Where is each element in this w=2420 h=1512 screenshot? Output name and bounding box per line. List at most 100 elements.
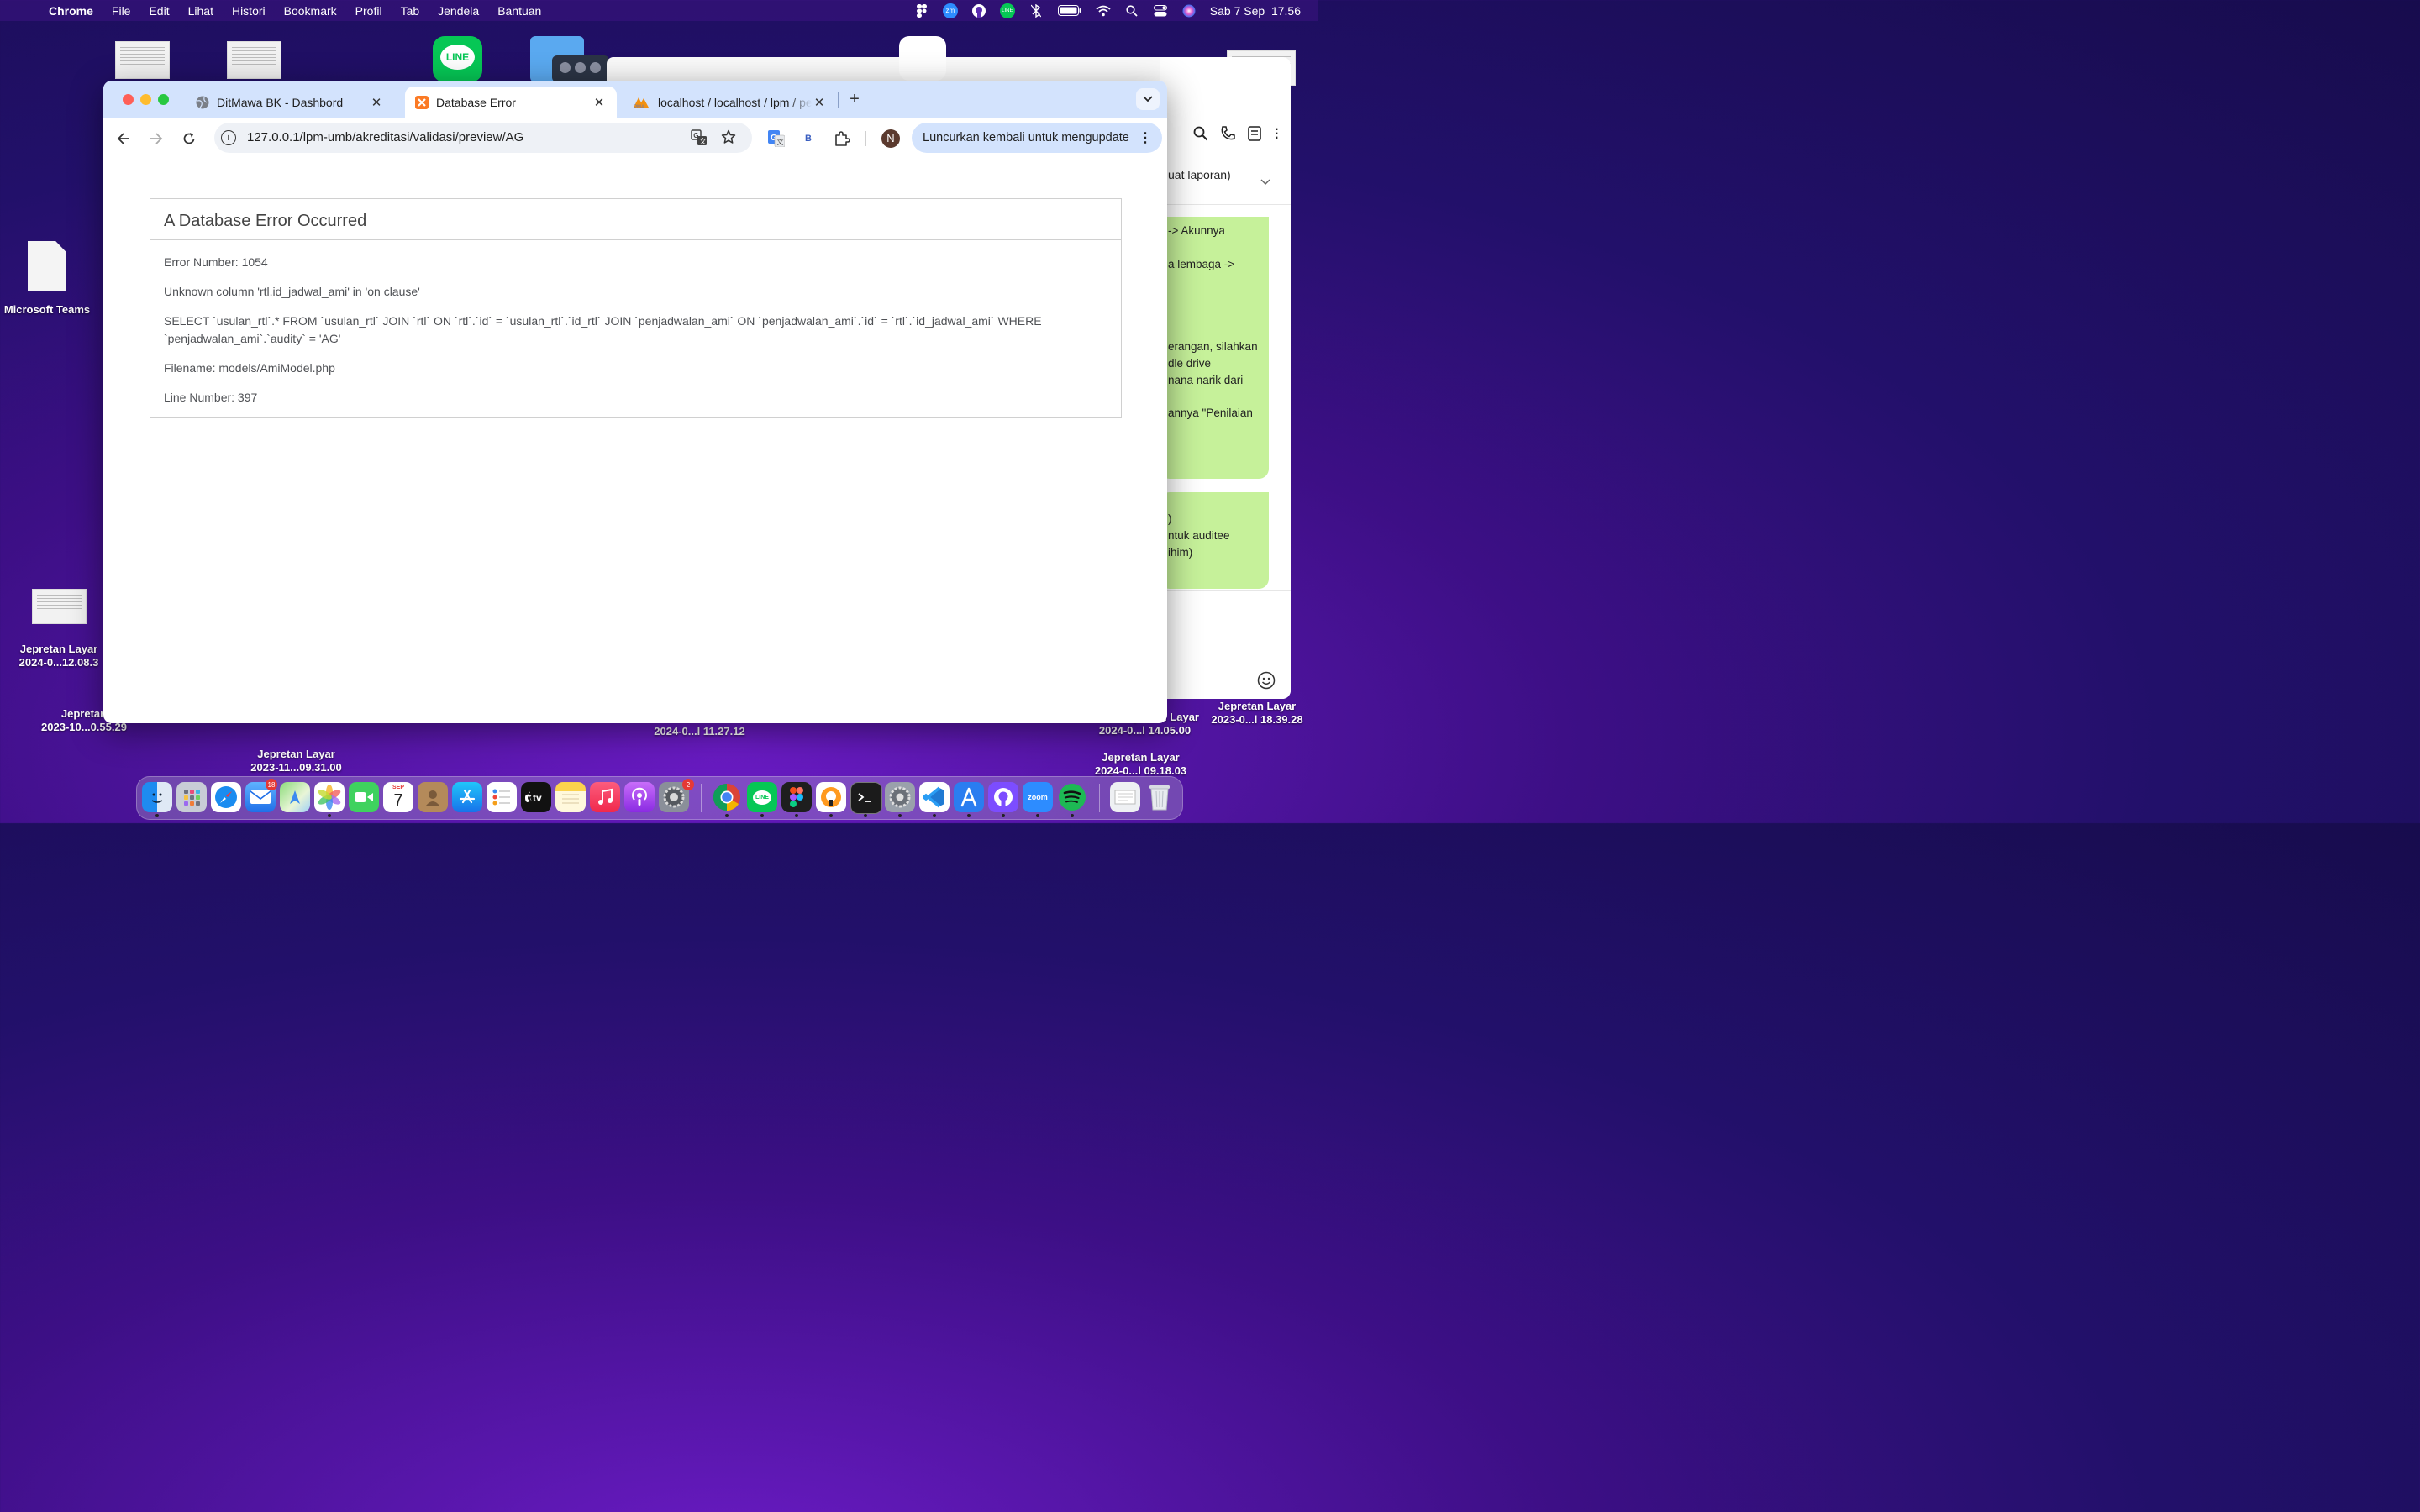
chat-call-icon[interactable]	[1220, 126, 1235, 145]
desktop-line-app-icon[interactable]: LINE	[433, 36, 482, 82]
chat-message-line: nana narik dari	[1168, 374, 1244, 386]
menu-help[interactable]: Bantuan	[497, 4, 541, 18]
desktop-screenshot-item[interactable]: 2024-0...l 11.27.12	[639, 725, 760, 738]
tab-title: DitMawa BK - Dashbord	[217, 95, 344, 109]
chevron-down-icon[interactable]	[1260, 175, 1270, 190]
close-window-button[interactable]	[123, 94, 134, 105]
tab-search-button[interactable]	[1136, 88, 1160, 110]
bookmark-star-icon[interactable]	[721, 129, 736, 149]
new-tab-button[interactable]: +	[845, 90, 864, 108]
extensions-puzzle-icon[interactable]	[832, 129, 852, 149]
apple-tv-icon[interactable]: tv	[521, 782, 551, 812]
menu-bookmarks[interactable]: Bookmark	[284, 4, 337, 18]
chat-search-icon[interactable]	[1193, 126, 1208, 145]
menu-edit[interactable]: Edit	[149, 4, 169, 18]
chat-more-icon[interactable]: · · ·	[1275, 123, 1279, 145]
menu-window[interactable]: Jendela	[438, 4, 479, 18]
facetime-icon[interactable]	[349, 782, 379, 812]
emoji-icon[interactable]	[1257, 671, 1276, 694]
chat-message-bubble[interactable]: -> Akunnya a lembaga -> erangan, silahka…	[1160, 217, 1269, 479]
desktop-screenshot-item[interactable]: Jepretan Layar 2024-0...12.08.3	[4, 643, 113, 669]
trash-icon[interactable]	[1144, 782, 1175, 812]
menu-view[interactable]: Lihat	[188, 4, 213, 18]
xcode-instruments-icon[interactable]	[954, 782, 984, 812]
forward-icon[interactable]	[146, 129, 166, 149]
control-center-icon[interactable]	[1153, 4, 1168, 17]
app-store-icon[interactable]	[452, 782, 482, 812]
desktop-screenshot-item[interactable]: Jepretan Layar 2024-0...l 09.18.03	[1080, 751, 1202, 778]
music-icon[interactable]	[590, 782, 620, 812]
figma-icon[interactable]	[781, 782, 812, 812]
terminal-icon[interactable]	[850, 782, 882, 814]
chrome-icon[interactable]	[712, 782, 742, 812]
desktop-screenshot-thumbnail[interactable]	[32, 589, 87, 624]
menu-file[interactable]: File	[112, 4, 131, 18]
system-preferences-icon[interactable]	[885, 782, 915, 812]
back-icon[interactable]	[113, 129, 134, 149]
google-translate-extension-icon[interactable]: G文	[766, 129, 786, 149]
site-info-icon[interactable]: i	[221, 130, 236, 145]
tab-phpmyadmin[interactable]: PMA localhost / localhost / lpm / pe ✕	[622, 87, 837, 118]
chrome-menu-icon[interactable]: ⋮	[1139, 129, 1152, 146]
reload-icon[interactable]	[179, 129, 199, 149]
tab-database-error[interactable]: Database Error ✕	[405, 87, 617, 118]
photos-icon[interactable]	[314, 782, 345, 812]
update-label: Luncurkan kembali untuk mengupdate	[923, 131, 1129, 144]
desktop-screenshot-item[interactable]: Jepretan Layar 2023-0...l 18.39.28	[1202, 700, 1313, 727]
desktop-screenshot-thumbnail[interactable]	[227, 41, 281, 79]
close-tab-icon[interactable]: ✕	[369, 95, 384, 110]
menu-history[interactable]: Histori	[232, 4, 266, 18]
address-bar[interactable]: i 127.0.0.1/lpm-umb/akreditasi/validasi/…	[214, 123, 752, 153]
downloads-stack-icon[interactable]	[1110, 782, 1140, 812]
reminders-icon[interactable]	[487, 782, 517, 812]
figma-status-icon[interactable]	[914, 3, 929, 18]
zoom-icon[interactable]: zoom	[1023, 782, 1053, 812]
relaunch-update-button[interactable]: Luncurkan kembali untuk mengupdate ⋮	[912, 123, 1162, 153]
maximize-window-button[interactable]	[158, 94, 169, 105]
desktop-window-thumbnail[interactable]	[552, 55, 609, 82]
profile-avatar[interactable]: N	[881, 129, 900, 148]
siri-icon[interactable]	[1181, 4, 1197, 17]
maps-icon[interactable]	[280, 782, 310, 812]
contacts-icon[interactable]	[418, 782, 448, 812]
url-text[interactable]: 127.0.0.1/lpm-umb/akreditasi/validasi/pr…	[247, 130, 523, 144]
battery-icon[interactable]	[1057, 5, 1082, 17]
github-desktop-icon[interactable]	[988, 782, 1018, 812]
extension-b-icon[interactable]: B	[798, 129, 818, 149]
postman-like-icon[interactable]	[816, 782, 846, 812]
finder-icon[interactable]	[142, 782, 172, 812]
line-app-icon[interactable]: LINE	[747, 782, 777, 812]
chat-input-area[interactable]	[1160, 590, 1291, 699]
github-status-icon[interactable]	[971, 3, 986, 18]
line-status-icon[interactable]: LINE	[999, 3, 1015, 18]
calendar-icon[interactable]: SEP 7	[383, 782, 413, 812]
zoom-status-icon[interactable]: zm	[942, 3, 958, 18]
tab-ditmawa[interactable]: DitMawa BK - Dashbord ✕	[186, 87, 394, 118]
safari-icon[interactable]	[211, 782, 241, 812]
menu-profiles[interactable]: Profil	[355, 4, 382, 18]
svg-text:文: 文	[700, 137, 707, 145]
chat-message-bubble[interactable]: ) ntuk auditee ihim)	[1160, 492, 1269, 589]
translate-icon[interactable]: G文	[691, 129, 708, 150]
desktop-screenshot-item[interactable]: Jepretan Layar 2023-11...09.31.00	[235, 748, 357, 774]
desktop-item-date: 2024-0...l 11.27.12	[654, 725, 745, 738]
spotlight-search-icon[interactable]	[1124, 4, 1139, 17]
clock[interactable]: Sab 7 Sep 17.56	[1210, 4, 1301, 18]
chat-announcement[interactable]: uat laporan)	[1168, 168, 1231, 181]
notes-icon[interactable]	[555, 782, 586, 812]
desktop-microsoft-teams[interactable]: Microsoft Teams	[0, 239, 94, 319]
menu-app-name[interactable]: Chrome	[49, 4, 93, 18]
wifi-icon[interactable]	[1096, 5, 1111, 17]
podcasts-icon[interactable]	[624, 782, 655, 812]
menu-tab[interactable]: Tab	[401, 4, 420, 18]
bluetooth-off-icon[interactable]	[1028, 3, 1044, 18]
minimize-window-button[interactable]	[140, 94, 151, 105]
vscode-icon[interactable]	[919, 782, 950, 812]
close-tab-icon[interactable]: ✕	[812, 95, 827, 110]
close-tab-icon[interactable]: ✕	[592, 95, 607, 110]
desktop-app-icon[interactable]	[899, 36, 946, 81]
spotify-icon[interactable]	[1057, 782, 1087, 812]
launchpad-icon[interactable]	[176, 782, 207, 812]
desktop-screenshot-thumbnail[interactable]	[115, 41, 170, 79]
chat-notes-icon[interactable]	[1248, 126, 1261, 145]
